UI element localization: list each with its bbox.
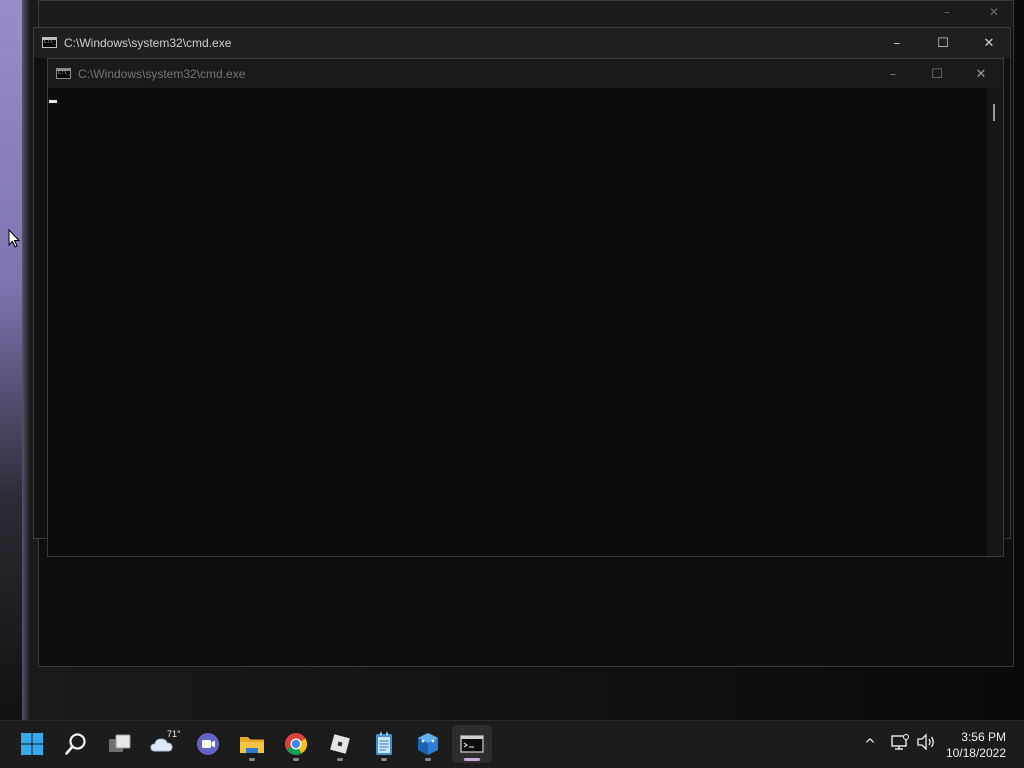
network-button[interactable] bbox=[890, 733, 910, 756]
volume-button[interactable] bbox=[916, 733, 936, 756]
clock-date: 10/18/2022 bbox=[945, 746, 1006, 760]
cmd-window-front-close-button[interactable]: ✕ bbox=[958, 59, 1004, 89]
windows-logo-icon bbox=[21, 733, 43, 755]
chrome-icon bbox=[285, 733, 307, 755]
tray-overflow-button[interactable]: ^ bbox=[858, 737, 882, 753]
cmd-window-middle-title: C:\Windows\system32\cmd.exe bbox=[64, 36, 232, 50]
running-indicator bbox=[249, 758, 255, 761]
clock[interactable]: 3:56 PM 10/18/2022 bbox=[946, 729, 1006, 761]
desktop-wallpaper-edge bbox=[0, 0, 22, 720]
search-button[interactable] bbox=[57, 725, 95, 763]
roblox-button[interactable] bbox=[321, 725, 359, 763]
terminal-icon bbox=[460, 735, 484, 753]
cmd-window-front-title: C:\Windows\system32\cmd.exe bbox=[78, 67, 246, 81]
cmd-button[interactable] bbox=[452, 725, 492, 763]
notepad-icon bbox=[376, 732, 392, 755]
back-window-close-button[interactable]: ✕ bbox=[989, 5, 999, 19]
cmd-window-middle-titlebar[interactable]: C:\Windows\system32\cmd.exe – ☐ ✕ bbox=[34, 28, 1010, 58]
mouse-pointer-icon bbox=[8, 229, 21, 248]
folder-icon bbox=[240, 737, 264, 753]
roblox-icon bbox=[330, 734, 350, 754]
chrome-button[interactable] bbox=[277, 725, 315, 763]
active-indicator bbox=[464, 758, 480, 761]
cmd-window-middle-maximize-button[interactable]: ☐ bbox=[920, 28, 966, 58]
search-icon bbox=[65, 733, 86, 755]
app-button[interactable] bbox=[409, 725, 447, 763]
cmd-window-front-minimize-button[interactable]: – bbox=[870, 59, 916, 89]
file-explorer-button[interactable] bbox=[233, 725, 271, 763]
cmd-window-front-maximize-button[interactable]: ☐ bbox=[914, 59, 960, 89]
task-view-button[interactable] bbox=[101, 725, 139, 763]
system-tray: ^ bbox=[858, 721, 936, 768]
desktop: – ✕ C:\Windows\system32\cmd.exe – ☐ ✕ C:… bbox=[0, 0, 1024, 720]
start-button[interactable] bbox=[13, 725, 51, 763]
weather-temperature: 71° bbox=[167, 729, 181, 739]
scrollbar-thumb[interactable] bbox=[993, 104, 995, 121]
cmd-window-front[interactable]: C:\Windows\system32\cmd.exe – ☐ ✕ bbox=[47, 58, 1004, 557]
taskbar: 71° ^ 3:56 PM 10/18/2022 bbox=[0, 720, 1024, 768]
console-output-area[interactable] bbox=[48, 88, 988, 556]
vertical-scrollbar[interactable] bbox=[987, 88, 1003, 556]
cmd-icon bbox=[42, 37, 57, 48]
running-indicator bbox=[381, 758, 387, 761]
teams-chat-button[interactable] bbox=[189, 725, 227, 763]
running-indicator bbox=[337, 758, 343, 761]
speaker-icon bbox=[917, 733, 934, 751]
notepad-button[interactable] bbox=[365, 725, 403, 763]
running-indicator bbox=[293, 758, 299, 761]
video-chat-icon bbox=[197, 733, 219, 755]
text-cursor bbox=[49, 100, 57, 103]
back-window-minimize-button[interactable]: – bbox=[944, 5, 950, 19]
task-view-icon bbox=[109, 734, 131, 752]
cmd-window-middle-close-button[interactable]: ✕ bbox=[966, 28, 1012, 58]
clock-time: 3:56 PM bbox=[961, 730, 1006, 744]
cmd-window-middle-minimize-button[interactable]: – bbox=[874, 28, 920, 58]
running-indicator bbox=[425, 758, 431, 761]
network-icon bbox=[891, 734, 909, 750]
back-window-titlebar[interactable]: – ✕ bbox=[39, 1, 1013, 27]
cmd-window-front-titlebar[interactable]: C:\Windows\system32\cmd.exe – ☐ ✕ bbox=[48, 59, 1003, 88]
cmd-icon bbox=[56, 68, 71, 79]
widgets-button[interactable]: 71° bbox=[145, 725, 183, 763]
blue-cube-icon bbox=[418, 733, 438, 755]
